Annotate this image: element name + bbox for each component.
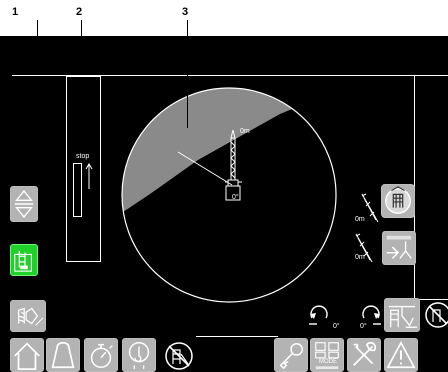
tower-crane-off-icon (425, 302, 448, 328)
tower-base-button[interactable] (381, 184, 415, 218)
weight-icon (51, 341, 75, 369)
tower-mast-icon (225, 129, 242, 201)
weight-button[interactable] (46, 338, 80, 372)
rotate-left-label: 0° (333, 323, 340, 330)
mast-height-label: 0m (240, 128, 250, 135)
slew-angle-label: 0° (232, 194, 239, 201)
key-icon (279, 342, 304, 370)
upper-ramp-label: 0m (355, 216, 365, 223)
tower-crane-off-button[interactable] (424, 298, 448, 332)
frame-line-bottom (196, 336, 278, 337)
home-icon (14, 342, 40, 370)
mode-icon (315, 342, 339, 370)
tower-indicator-icon (18, 307, 44, 326)
lower-ramp-label: 0m (355, 254, 365, 261)
callout-1: 1 (12, 6, 19, 18)
crane-off-button[interactable] (162, 340, 196, 372)
leader-line-3 (187, 20, 188, 128)
stopwatch-button[interactable] (84, 338, 118, 372)
mode-label: MODE (319, 359, 337, 365)
boom-up-down-button[interactable] (10, 186, 38, 222)
tools-button[interactable] (347, 338, 381, 372)
up-arrow-icon (85, 163, 93, 189)
crane-display-screen: stop 0m 0° 0m 0m 0° 0° MODE (0, 36, 448, 372)
tower-mode-green-button[interactable] (10, 244, 38, 276)
boom-level-bar (73, 163, 82, 217)
home-button[interactable] (10, 338, 44, 372)
warning-button[interactable] (384, 338, 418, 372)
stopwatch-icon (90, 343, 113, 368)
tower-indicator-button[interactable] (10, 300, 46, 332)
trolley-retract-icon (386, 235, 412, 259)
crane-off-icon (165, 342, 193, 370)
tower-base-icon (385, 186, 411, 214)
up-down-arrows-icon (14, 189, 34, 219)
rotate-left-icon[interactable] (308, 304, 330, 326)
tools-icon (353, 341, 377, 366)
hook-speed-button[interactable] (122, 338, 156, 372)
key-button[interactable] (274, 338, 308, 372)
rotate-right-label: 0° (360, 323, 367, 330)
mode-button[interactable]: MODE (310, 338, 344, 372)
trolley-retract-button[interactable] (382, 231, 416, 265)
tower-crane-button[interactable] (384, 298, 420, 332)
tower-green-icon (14, 250, 32, 272)
callout-2: 2 (76, 6, 83, 18)
tower-crane-icon (388, 305, 418, 328)
hook-speed-icon (128, 342, 150, 370)
warning-icon (386, 340, 416, 369)
callout-3: 3 (182, 6, 189, 18)
stop-label: stop (76, 153, 90, 160)
